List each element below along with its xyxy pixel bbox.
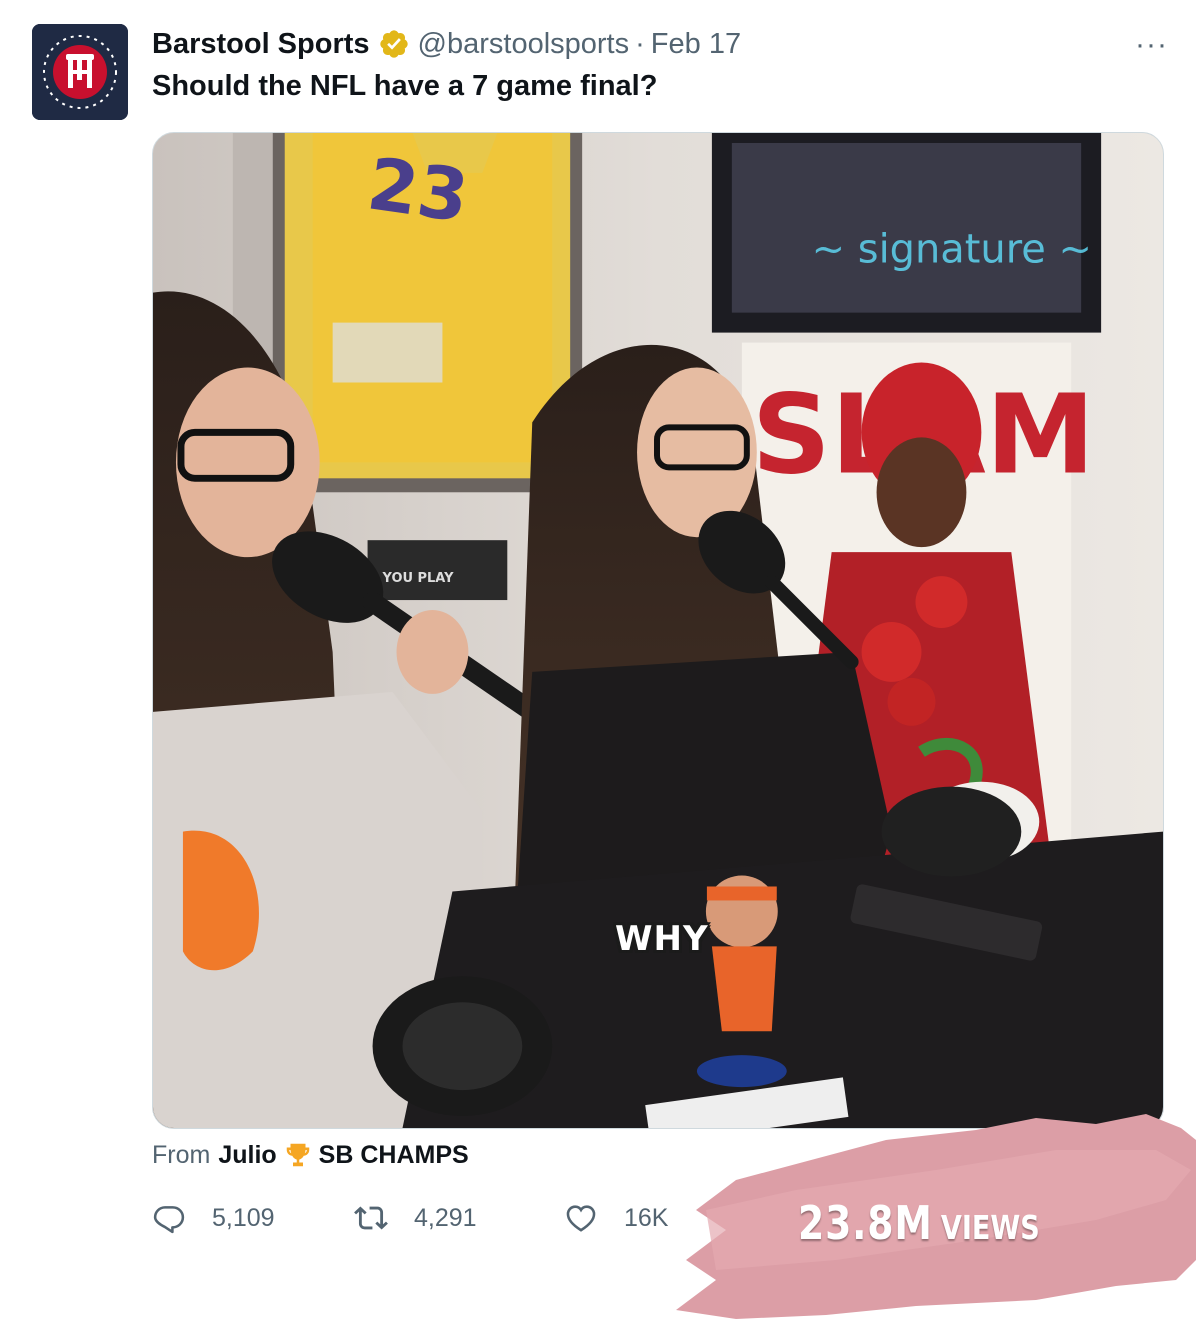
verified-badge-icon (379, 30, 408, 58)
barstool-logo-icon[interactable] (32, 24, 128, 120)
author-name[interactable]: Barstool Sports (152, 28, 370, 61)
reply-count: 5,109 (212, 1203, 275, 1232)
more-options-icon[interactable]: ··· (1135, 28, 1168, 62)
retweet-icon (354, 1206, 388, 1230)
trophy-icon (286, 1143, 309, 1167)
from-tag[interactable]: SB CHAMPS (319, 1141, 469, 1170)
views-number: 23.8M (798, 1196, 933, 1250)
author-handle[interactable]: @barstoolsports (418, 28, 630, 61)
from-label: From (152, 1140, 211, 1169)
like-count: 16K (624, 1203, 669, 1232)
like-button[interactable]: 16K (564, 1198, 668, 1238)
views-counter: 23.8M VIEWS (798, 1196, 1040, 1250)
video-caption: WHY (615, 919, 709, 959)
views-label: VIEWS (940, 1208, 1040, 1247)
retweet-button[interactable]: 4,291 (354, 1198, 477, 1238)
tweet-video[interactable]: 23 YOU PLAY ~ signature ~ SLAM (152, 132, 1164, 1129)
svg-text:YOU PLAY: YOU PLAY (382, 571, 455, 586)
reply-button[interactable]: 5,109 (152, 1198, 275, 1238)
svg-text:23: 23 (363, 141, 474, 238)
heart-icon (566, 1205, 596, 1232)
reply-icon (153, 1206, 185, 1234)
svg-text:~ signature ~: ~ signature ~ (812, 227, 1092, 273)
tweet-card: Barstool Sports @barstoolsports · Feb 17… (0, 0, 1196, 1319)
tweet-text: Should the NFL have a 7 game final? (152, 70, 658, 102)
from-attribution: From Julio SB CHAMPS (152, 1140, 469, 1170)
separator-dot: · (635, 27, 645, 60)
tweet-header: Barstool Sports @barstoolsports · Feb 17 (152, 26, 741, 62)
from-name[interactable]: Julio (218, 1141, 276, 1170)
tweet-date[interactable]: Feb 17 (651, 28, 741, 61)
retweet-count: 4,291 (414, 1203, 477, 1232)
